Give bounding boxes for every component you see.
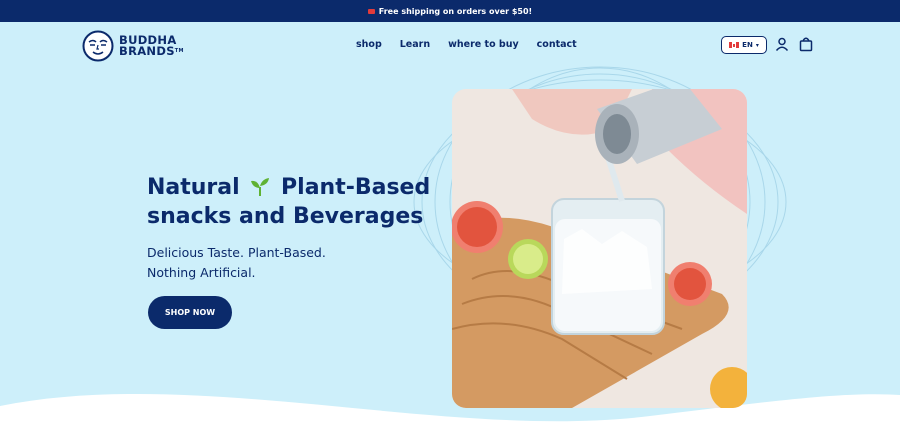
brand-wordmark: BUDDHA BRANDSTM bbox=[119, 34, 184, 58]
brand-logo[interactable]: BUDDHA BRANDSTM bbox=[82, 30, 184, 62]
sprout-icon bbox=[251, 178, 270, 196]
shop-now-button[interactable]: SHOP NOW bbox=[148, 296, 232, 329]
announcement-bar: Free shipping on orders over $50! bbox=[0, 0, 900, 22]
headline-word-natural: Natural bbox=[147, 175, 240, 200]
nav-shop[interactable]: shop bbox=[356, 39, 382, 50]
subtext-line1: Delicious Taste. Plant-Based. bbox=[147, 245, 326, 260]
locale-selector[interactable]: EN ▾ bbox=[721, 36, 767, 54]
hero-headline: Natural Plant-Based snacks and Beverages bbox=[147, 173, 437, 231]
photo-illustration bbox=[452, 89, 747, 408]
brand-tm: TM bbox=[174, 48, 184, 54]
wave-divider bbox=[0, 394, 900, 441]
main-nav: shop Learn where to buy contact bbox=[356, 39, 577, 50]
nav-where-to-buy[interactable]: where to buy bbox=[448, 39, 519, 50]
chevron-down-icon: ▾ bbox=[755, 41, 759, 49]
ca-flag-icon bbox=[729, 42, 740, 48]
subtext-line2: Nothing Artificial. bbox=[147, 265, 256, 280]
announcement-text: Free shipping on orders over $50! bbox=[378, 6, 533, 16]
buddha-face-icon bbox=[82, 30, 114, 62]
nav-contact[interactable]: contact bbox=[537, 39, 577, 50]
nav-learn[interactable]: Learn bbox=[400, 39, 430, 50]
sparkling-drink-photo bbox=[452, 89, 747, 408]
user-icon[interactable] bbox=[774, 36, 790, 52]
locale-language: EN bbox=[742, 41, 753, 49]
flag-icon bbox=[367, 8, 375, 14]
brand-line2: BRANDS bbox=[119, 44, 175, 58]
hero-subtext: Delicious Taste. Plant-Based. Nothing Ar… bbox=[147, 243, 387, 283]
shopping-bag-icon[interactable] bbox=[798, 36, 814, 52]
